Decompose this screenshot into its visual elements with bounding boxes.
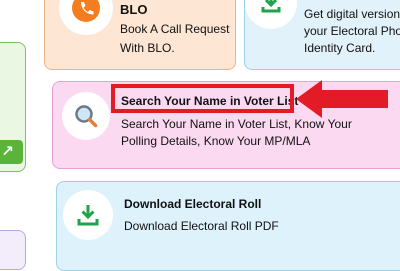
blo-description-line2: With BLO. (120, 41, 175, 55)
epic-description-line1: Get digital version of (304, 7, 400, 21)
epic-description-line2: your Electoral Photo (304, 24, 400, 38)
download-electoral-roll-title[interactable]: Download Electoral Roll (124, 197, 261, 211)
blo-icon-circle (59, 0, 113, 35)
blo-title: BLO (120, 2, 148, 17)
download-icon (260, 0, 282, 14)
download-electoral-roll-description: Download Electoral Roll PDF (124, 219, 279, 233)
blo-description-line1: Book A Call Request (120, 22, 230, 36)
magnifier-icon (73, 103, 99, 129)
epic-description-line3: Identity Card. (304, 41, 376, 55)
search-icon-circle (62, 92, 110, 140)
search-voter-list-description-line2: Polling Details, Know Your MP/MLA (121, 134, 311, 148)
roll-icon-circle (63, 190, 113, 240)
search-voter-list-description-line1: Search Your Name in Voter List, Know You… (121, 117, 352, 131)
epic-icon-circle (245, 0, 297, 29)
phone-icon (71, 0, 101, 23)
red-arrow-icon (296, 80, 388, 118)
download-icon (76, 203, 100, 227)
arrow-up-right-icon[interactable]: ↗ (0, 140, 23, 164)
left-service-card-2[interactable] (0, 230, 26, 270)
highlight-box (111, 84, 294, 113)
